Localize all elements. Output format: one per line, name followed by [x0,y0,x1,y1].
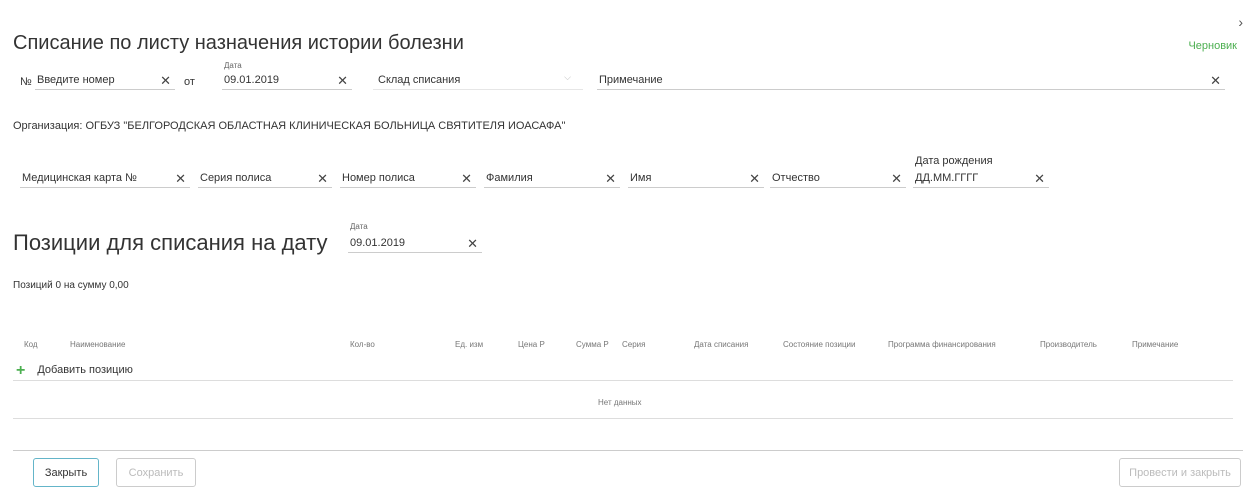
close-icon[interactable]: ✕ [160,73,171,89]
doc-date-label: Дата [224,61,242,70]
policy-number-input[interactable]: Номер полиса ✕ [340,170,476,188]
note-placeholder: Примечание [599,74,663,86]
close-icon[interactable]: ✕ [605,171,616,187]
policy-series-placeholder: Серия полиса [200,172,272,184]
positions-date-value: 09.01.2019 [350,237,406,249]
table-divider [13,380,1233,381]
lastname-input[interactable]: Фамилия ✕ [484,170,620,188]
plus-icon: + [16,362,26,379]
page-title: Списание по листу назначения истории бол… [13,32,464,54]
note-input[interactable]: Примечание ✕ [597,72,1225,90]
medical-card-input[interactable]: Медицинская карта № ✕ [20,170,190,188]
add-position-button[interactable]: + Добавить позицию [16,362,133,380]
col-header-name[interactable]: Наименование [70,340,125,349]
patronymic-placeholder: Отчество [772,172,820,184]
chevron-down-icon[interactable]: ⌵ [564,72,571,83]
col-header-series[interactable]: Серия [622,340,645,349]
close-icon[interactable]: ✕ [317,171,328,187]
col-header-price[interactable]: Цена Р [518,340,545,349]
add-position-label: Добавить позицию [37,364,133,376]
save-button[interactable]: Сохранить [116,458,196,487]
empty-table-text: Нет данных [598,398,642,407]
medical-card-placeholder: Медицинская карта № [22,172,137,184]
organization-text: Организация: ОГБУЗ "БЕЛГОРОДСКАЯ ОБЛАСТН… [13,120,566,132]
number-input[interactable]: Введите номер ✕ [35,72,175,90]
patronymic-input[interactable]: Отчество ✕ [770,170,906,188]
close-icon[interactable]: ✕ [461,171,472,187]
col-header-note[interactable]: Примечание [1132,340,1178,349]
warehouse-placeholder: Склад списания [378,74,461,86]
close-icon[interactable]: ✕ [891,171,902,187]
col-header-writeoff-date[interactable]: Дата списания [694,340,748,349]
positions-title: Позиции для списания на дату [13,230,328,255]
close-icon[interactable]: ✕ [467,236,478,252]
close-icon[interactable]: ✕ [749,171,760,187]
doc-date-input[interactable]: 09.01.2019 ✕ [222,72,352,90]
close-icon[interactable]: ✕ [1210,73,1221,89]
birthdate-placeholder: ДД.ММ.ГГГГ [915,172,979,184]
col-header-sum[interactable]: Сумма Р [576,340,609,349]
positions-summary: Позиций 0 на сумму 0,00 [13,280,129,291]
lastname-placeholder: Фамилия [486,172,533,184]
birthdate-label: Дата рождения [915,155,993,167]
positions-date-input[interactable]: 09.01.2019 ✕ [348,235,482,253]
close-panel-icon[interactable]: › [1238,14,1243,30]
col-header-program[interactable]: Программа финансирования [888,340,996,349]
col-header-state[interactable]: Состояние позиции [783,340,856,349]
from-label: от [184,76,195,88]
close-icon[interactable]: ✕ [175,171,186,187]
doc-date-value: 09.01.2019 [224,74,280,86]
col-header-unit[interactable]: Ед. изм [455,340,483,349]
table-divider [13,418,1233,419]
positions-date-label: Дата [350,222,368,231]
close-icon[interactable]: ✕ [1034,171,1045,187]
close-icon[interactable]: ✕ [337,73,348,89]
status-badge: Черновик [1188,40,1237,52]
post-and-close-button[interactable]: Провести и закрыть [1119,458,1241,487]
warehouse-select[interactable]: Склад списания ⌵ [373,72,583,90]
close-button[interactable]: Закрыть [33,458,99,487]
number-prefix: № [20,76,32,88]
number-placeholder: Введите номер [37,74,115,86]
firstname-placeholder: Имя [630,172,652,184]
col-header-manufacturer[interactable]: Производитель [1040,340,1097,349]
firstname-input[interactable]: Имя ✕ [628,170,764,188]
footer-divider [13,450,1243,451]
col-header-qty[interactable]: Кол-во [350,340,375,349]
col-header-code[interactable]: Код [24,340,38,349]
birthdate-input[interactable]: ДД.ММ.ГГГГ ✕ [913,170,1049,188]
policy-number-placeholder: Номер полиса [342,172,415,184]
policy-series-input[interactable]: Серия полиса ✕ [198,170,332,188]
